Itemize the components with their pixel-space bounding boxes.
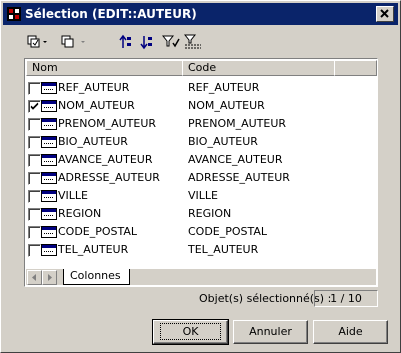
- row-code: ADRESSE_AUTEUR: [188, 171, 290, 184]
- list-item[interactable]: AVANCE_AUTEUR AVANCE_AUTEUR: [26, 151, 376, 169]
- selected-count-label: Objet(s) sélectionné(s) :: [199, 292, 332, 305]
- row-name: NOM_AUTEUR: [58, 99, 135, 112]
- list-item[interactable]: REF_AUTEUR REF_AUTEUR: [26, 79, 376, 97]
- list-header: Nom Code: [26, 60, 377, 76]
- checkmark-icon: [30, 102, 39, 110]
- column-icon: [41, 136, 57, 148]
- list-item[interactable]: TEL_AUTEUR TEL_AUTEUR: [26, 241, 376, 259]
- column-list[interactable]: Nom Code REF_AUTEUR REF_AUTEUR NOM_AUTEUR N…: [24, 58, 378, 287]
- row-name: AVANCE_AUTEUR: [58, 153, 153, 166]
- row-name: BIO_AUTEUR: [58, 135, 128, 148]
- select-all-button[interactable]: [27, 33, 49, 51]
- row-name: VILLE: [58, 189, 88, 202]
- row-checkbox[interactable]: [28, 190, 41, 203]
- row-code: CODE_POSTAL: [188, 225, 268, 238]
- close-icon: [380, 9, 389, 18]
- window-title: Sélection (EDIT::AUTEUR): [25, 7, 197, 21]
- title-bar[interactable]: Sélection (EDIT::AUTEUR): [3, 3, 398, 25]
- column-icon: [41, 118, 57, 130]
- list-item[interactable]: VILLE VILLE: [26, 187, 376, 205]
- deselect-all-icon: [61, 35, 85, 48]
- row-name: REF_AUTEUR: [58, 81, 130, 94]
- row-code: BIO_AUTEUR: [188, 135, 258, 148]
- row-checkbox[interactable]: [28, 172, 41, 185]
- help-button-label: Aide: [338, 325, 363, 338]
- row-name: PRENOM_AUTEUR: [58, 117, 157, 130]
- selected-count-value: 1 / 10: [314, 290, 378, 307]
- tab-bar: Colonnes: [26, 269, 376, 285]
- tab-scroll-right-button[interactable]: [42, 270, 57, 285]
- column-icon: [41, 100, 57, 112]
- row-checkbox[interactable]: [28, 100, 41, 113]
- list-item[interactable]: PRENOM_AUTEUR PRENOM_AUTEUR: [26, 115, 376, 133]
- filter-icon: [162, 35, 180, 48]
- deselect-all-button[interactable]: [61, 33, 89, 51]
- column-header-filler: [334, 60, 377, 76]
- row-checkbox[interactable]: [28, 208, 41, 221]
- sort-down-button[interactable]: [140, 33, 154, 51]
- sort-down-icon: [140, 36, 152, 50]
- tab-scroll-left-button[interactable]: [27, 270, 42, 285]
- close-button[interactable]: [376, 6, 394, 22]
- list-item[interactable]: BIO_AUTEUR BIO_AUTEUR: [26, 133, 376, 151]
- row-checkbox[interactable]: [28, 118, 41, 131]
- row-checkbox[interactable]: [28, 226, 41, 239]
- row-checkbox[interactable]: [28, 154, 41, 167]
- list-item[interactable]: NOM_AUTEUR NOM_AUTEUR: [26, 97, 376, 115]
- row-checkbox[interactable]: [28, 244, 41, 257]
- cancel-button-label: Annuler: [249, 325, 292, 338]
- row-checkbox[interactable]: [28, 136, 41, 149]
- sort-up-icon: [119, 34, 131, 48]
- row-code: AVANCE_AUTEUR: [188, 153, 283, 166]
- arrow-right-icon: [48, 274, 52, 281]
- row-code: VILLE: [188, 189, 218, 202]
- ok-button-label: OK: [159, 323, 222, 340]
- row-code: PRENOM_AUTEUR: [188, 117, 287, 130]
- column-header-code[interactable]: Code: [182, 60, 335, 76]
- column-icon: [41, 190, 57, 202]
- row-checkbox[interactable]: [28, 82, 41, 95]
- filter-button[interactable]: [162, 33, 180, 51]
- row-code: NOM_AUTEUR: [188, 99, 265, 112]
- filter-options-icon: [184, 34, 201, 49]
- ok-button[interactable]: OK: [152, 319, 229, 345]
- column-icon: [41, 154, 57, 166]
- row-code: TEL_AUTEUR: [188, 243, 259, 256]
- row-name: TEL_AUTEUR: [58, 243, 129, 256]
- column-header-name[interactable]: Nom: [26, 60, 183, 76]
- column-icon: [41, 244, 57, 256]
- app-icon: [7, 7, 21, 21]
- select-all-icon: [27, 35, 47, 48]
- column-icon: [41, 82, 57, 94]
- arrow-left-icon: [32, 274, 36, 281]
- list-item[interactable]: CODE_POSTAL CODE_POSTAL: [26, 223, 376, 241]
- sort-up-button[interactable]: [119, 33, 133, 51]
- column-icon: [41, 226, 57, 238]
- selection-dialog: Sélection (EDIT::AUTEUR) Nom Code REF_AU…: [0, 0, 401, 353]
- row-code: REGION: [188, 207, 232, 220]
- row-name: REGION: [58, 207, 102, 220]
- toolbar: [1, 31, 400, 53]
- row-name: CODE_POSTAL: [58, 225, 138, 238]
- help-button[interactable]: Aide: [313, 320, 388, 344]
- list-item[interactable]: REGION REGION: [26, 205, 376, 223]
- cancel-button[interactable]: Annuler: [233, 320, 308, 344]
- row-name: ADRESSE_AUTEUR: [58, 171, 160, 184]
- row-code: REF_AUTEUR: [188, 81, 260, 94]
- column-icon: [41, 172, 57, 184]
- filter-options-button[interactable]: [184, 33, 202, 51]
- tab-colonnes[interactable]: Colonnes: [63, 269, 130, 285]
- list-item[interactable]: ADRESSE_AUTEUR ADRESSE_AUTEUR: [26, 169, 376, 187]
- column-icon: [41, 208, 57, 220]
